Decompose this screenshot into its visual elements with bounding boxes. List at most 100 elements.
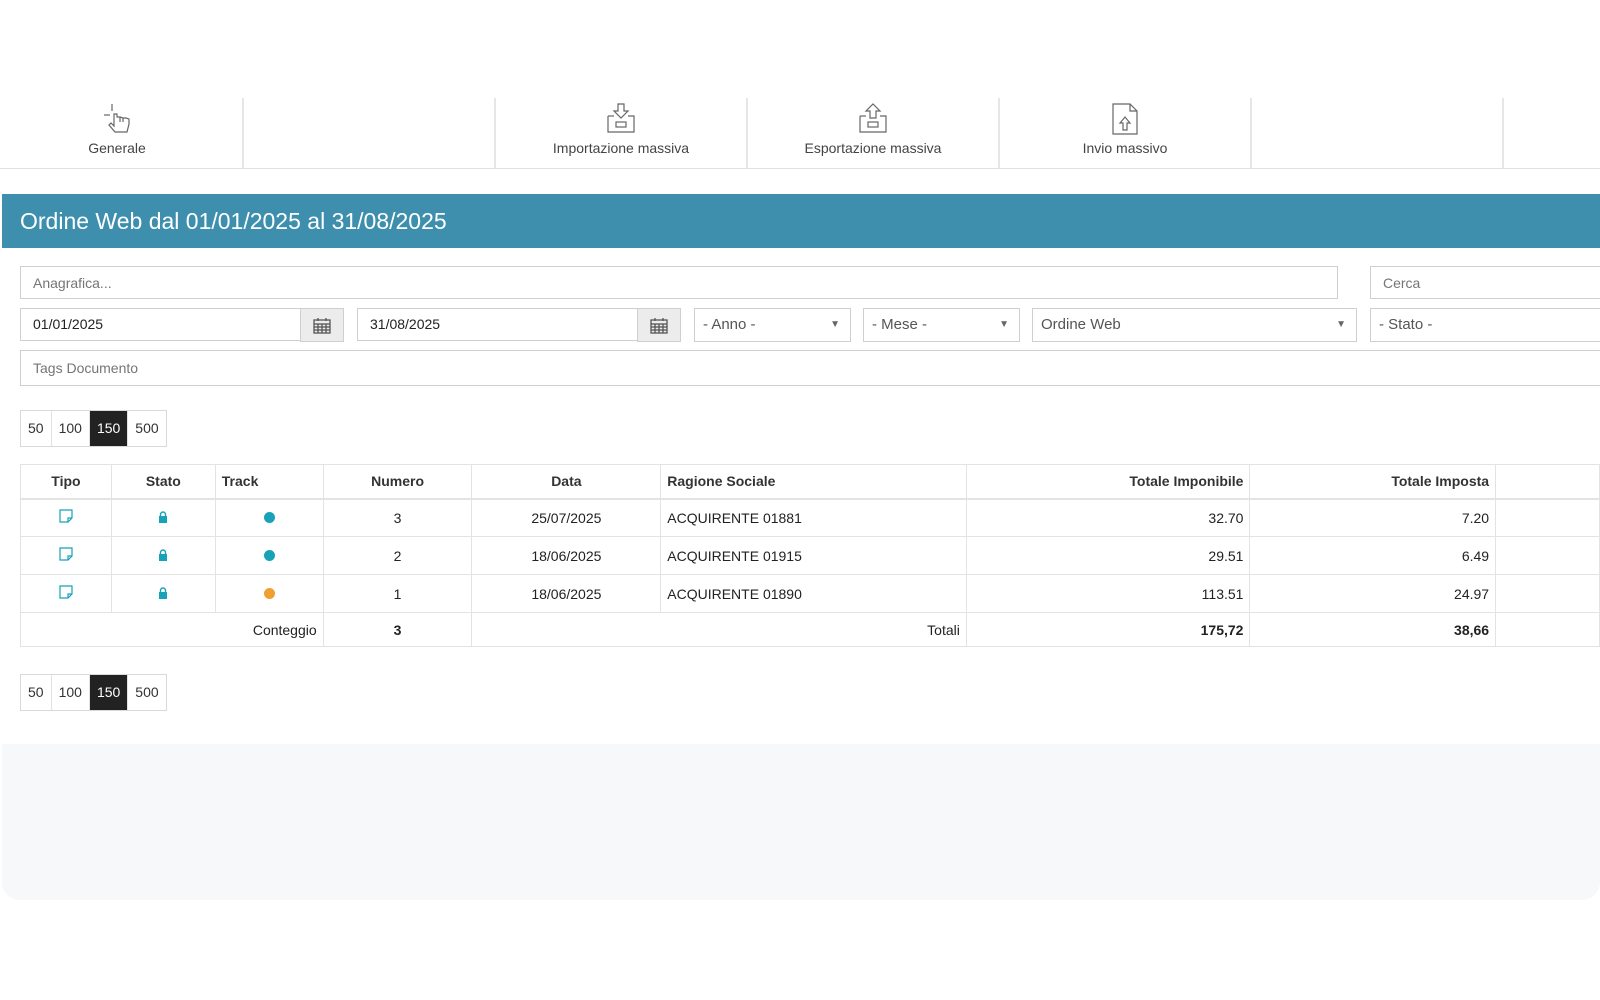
page-header: Ordine Web dal 01/01/2025 al 31/08/2025 <box>2 194 1600 248</box>
anno-select[interactable]: - Anno - ▼ <box>694 308 851 342</box>
calendar-icon <box>313 317 331 334</box>
tool-invio-massivo[interactable]: Invio massivo <box>1000 98 1252 168</box>
tool-label: Invio massivo <box>1082 140 1168 156</box>
numero-cell: 3 <box>322 498 473 537</box>
imponibile-cell: 29.51 <box>965 536 1251 575</box>
col-tipo[interactable]: Tipo <box>20 464 112 500</box>
calendar-to-button[interactable] <box>637 308 681 342</box>
col-stato[interactable]: Stato <box>110 464 216 500</box>
col-totale-imponibile[interactable]: Totale Imponibile <box>965 464 1251 500</box>
stato-select[interactable]: - Stato - <box>1370 308 1600 342</box>
mese-select[interactable]: - Mese - ▼ <box>863 308 1020 342</box>
date-from-field[interactable]: 01/01/2025 <box>20 308 302 341</box>
page-size-option[interactable]: 100 <box>52 411 90 446</box>
tool-importazione-massiva[interactable]: Importazione massiva <box>496 98 748 168</box>
table-row[interactable]: 3 25/07/2025 ACQUIRENTE 01881 32.70 7.20 <box>20 498 1600 537</box>
page-size-option-active[interactable]: 150 <box>89 411 129 446</box>
lock-icon <box>159 586 168 599</box>
tool-generale[interactable]: Generale <box>0 98 244 168</box>
tool-label: Generale <box>88 140 146 156</box>
caret-down-icon: ▼ <box>830 319 840 330</box>
table-header-row: Tipo Stato Track Numero Data Ragione Soc… <box>20 464 1600 500</box>
conteggio-value: 3 <box>322 612 473 647</box>
page-size-option-active[interactable]: 150 <box>89 675 129 710</box>
tool-empty <box>1252 98 1504 168</box>
tipo-documento-select[interactable]: Ordine Web ▼ <box>1032 308 1357 342</box>
documents-table: Tipo Stato Track Numero Data Ragione Soc… <box>20 464 1600 647</box>
table-row[interactable]: 1 18/06/2025 ACQUIRENTE 01890 113.51 24.… <box>20 574 1600 613</box>
tray-import-icon <box>604 102 638 136</box>
note-icon <box>59 509 73 523</box>
col-data[interactable]: Data <box>471 464 662 500</box>
tags-documento-input[interactable] <box>20 350 1600 386</box>
ragione-sociale-cell: ACQUIRENTE 01915 <box>660 536 967 575</box>
data-cell: 18/06/2025 <box>471 536 662 575</box>
stato-cell <box>110 536 216 575</box>
tool-esportazione-massiva[interactable]: Esportazione massiva <box>748 98 1000 168</box>
anno-select-value: - Anno - <box>703 316 756 333</box>
data-cell: 25/07/2025 <box>471 498 662 537</box>
tipo-cell[interactable] <box>20 574 112 613</box>
extra-cell <box>1495 536 1600 575</box>
stato-select-value: - Stato - <box>1379 316 1433 333</box>
search-input[interactable] <box>1370 266 1600 299</box>
page-size-option[interactable]: 50 <box>21 411 52 446</box>
mese-select-value: - Mese - <box>872 316 928 333</box>
track-status-dot <box>263 511 275 523</box>
page-size-selector-top: 50 100 150 500 <box>20 410 167 447</box>
imposta-cell: 6.49 <box>1249 536 1497 575</box>
col-totale-imposta[interactable]: Totale Imposta <box>1249 464 1497 500</box>
col-extra <box>1495 464 1600 500</box>
page-title: Ordine Web dal 01/01/2025 al 31/08/2025 <box>20 208 447 234</box>
tray-export-icon <box>856 102 890 136</box>
anagrafica-input[interactable] <box>20 266 1338 299</box>
data-cell: 18/06/2025 <box>471 574 662 613</box>
hand-pointer-icon <box>100 102 134 136</box>
date-to-field[interactable]: 31/08/2025 <box>357 308 639 341</box>
track-status-dot <box>263 587 275 599</box>
tool-label: Importazione massiva <box>552 140 690 156</box>
imponibile-cell: 32.70 <box>965 498 1251 537</box>
track-status-dot <box>263 549 275 561</box>
calendar-icon <box>650 317 668 334</box>
document-upload-icon <box>1108 102 1142 136</box>
table-footer-row: Conteggio 3 Totali 175,72 38,66 <box>20 612 1600 647</box>
ragione-sociale-cell: ACQUIRENTE 01890 <box>660 574 967 613</box>
track-cell <box>214 498 324 537</box>
col-track[interactable]: Track <box>214 464 324 500</box>
numero-cell: 1 <box>322 574 473 613</box>
imposta-cell: 24.97 <box>1249 574 1497 613</box>
page-size-option[interactable]: 500 <box>128 675 165 710</box>
col-ragione-sociale[interactable]: Ragione Sociale <box>660 464 967 500</box>
note-icon <box>59 585 73 599</box>
conteggio-label: Conteggio <box>20 612 324 647</box>
caret-down-icon: ▼ <box>1336 319 1346 330</box>
page-size-option[interactable]: 100 <box>52 675 90 710</box>
totale-imposta-value: 38,66 <box>1249 612 1497 647</box>
col-numero[interactable]: Numero <box>322 464 473 500</box>
stato-cell <box>110 498 216 537</box>
tool-label: Esportazione massiva <box>804 140 942 156</box>
extra-cell <box>1495 612 1600 647</box>
tipo-cell[interactable] <box>20 498 112 537</box>
lock-icon <box>159 511 168 523</box>
imponibile-cell: 113.51 <box>965 574 1251 613</box>
tipo-cell[interactable] <box>20 536 112 575</box>
extra-cell <box>1495 498 1600 537</box>
table-row[interactable]: 2 18/06/2025 ACQUIRENTE 01915 29.51 6.49 <box>20 536 1600 575</box>
mass-actions-toolbar: Generale Importazione massiva Esportazio… <box>0 98 1600 169</box>
tipo-documento-value: Ordine Web <box>1041 316 1121 333</box>
track-cell <box>214 574 324 613</box>
note-icon <box>59 547 73 561</box>
numero-cell: 2 <box>322 536 473 575</box>
imposta-cell: 7.20 <box>1249 498 1497 537</box>
page-size-selector-bottom: 50 100 150 500 <box>20 674 167 711</box>
lock-icon <box>159 548 168 561</box>
calendar-from-button[interactable] <box>300 308 344 342</box>
page-size-option[interactable]: 50 <box>21 675 52 710</box>
stato-cell <box>110 574 216 613</box>
track-cell <box>214 536 324 575</box>
extra-cell <box>1495 574 1600 613</box>
page-size-option[interactable]: 500 <box>128 411 165 446</box>
ragione-sociale-cell: ACQUIRENTE 01881 <box>660 498 967 537</box>
